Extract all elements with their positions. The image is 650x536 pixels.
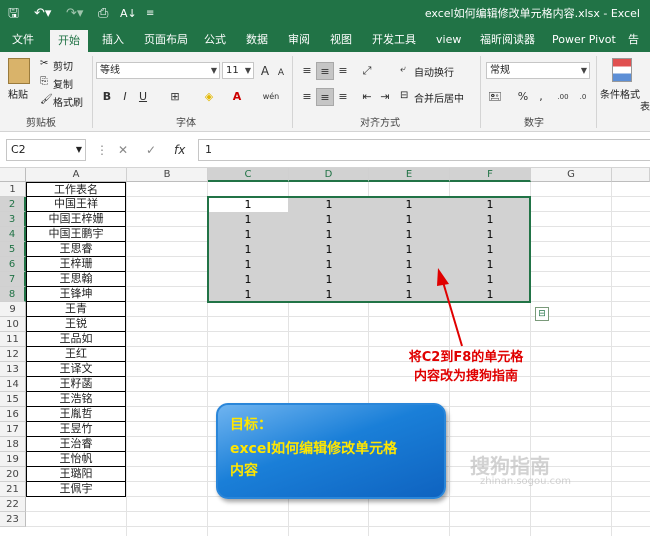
arrow-head	[437, 268, 449, 286]
watermark-logo: 搜狗指南	[470, 454, 550, 478]
instruction-line-1: 将C2到F8的单元格	[408, 350, 524, 365]
goal-line-2: excel如何编辑修改单元格	[230, 441, 398, 457]
arrow-line	[442, 281, 463, 347]
goal-line-3: 内容	[230, 463, 258, 479]
watermark-url: zhinan.sogou.com	[480, 476, 572, 487]
goal-line-1: 目标：	[230, 417, 272, 433]
goal-callout: 目标： excel如何编辑修改单元格 内容	[216, 403, 446, 499]
instruction-line-2: 内容改为搜狗指南	[413, 369, 518, 384]
